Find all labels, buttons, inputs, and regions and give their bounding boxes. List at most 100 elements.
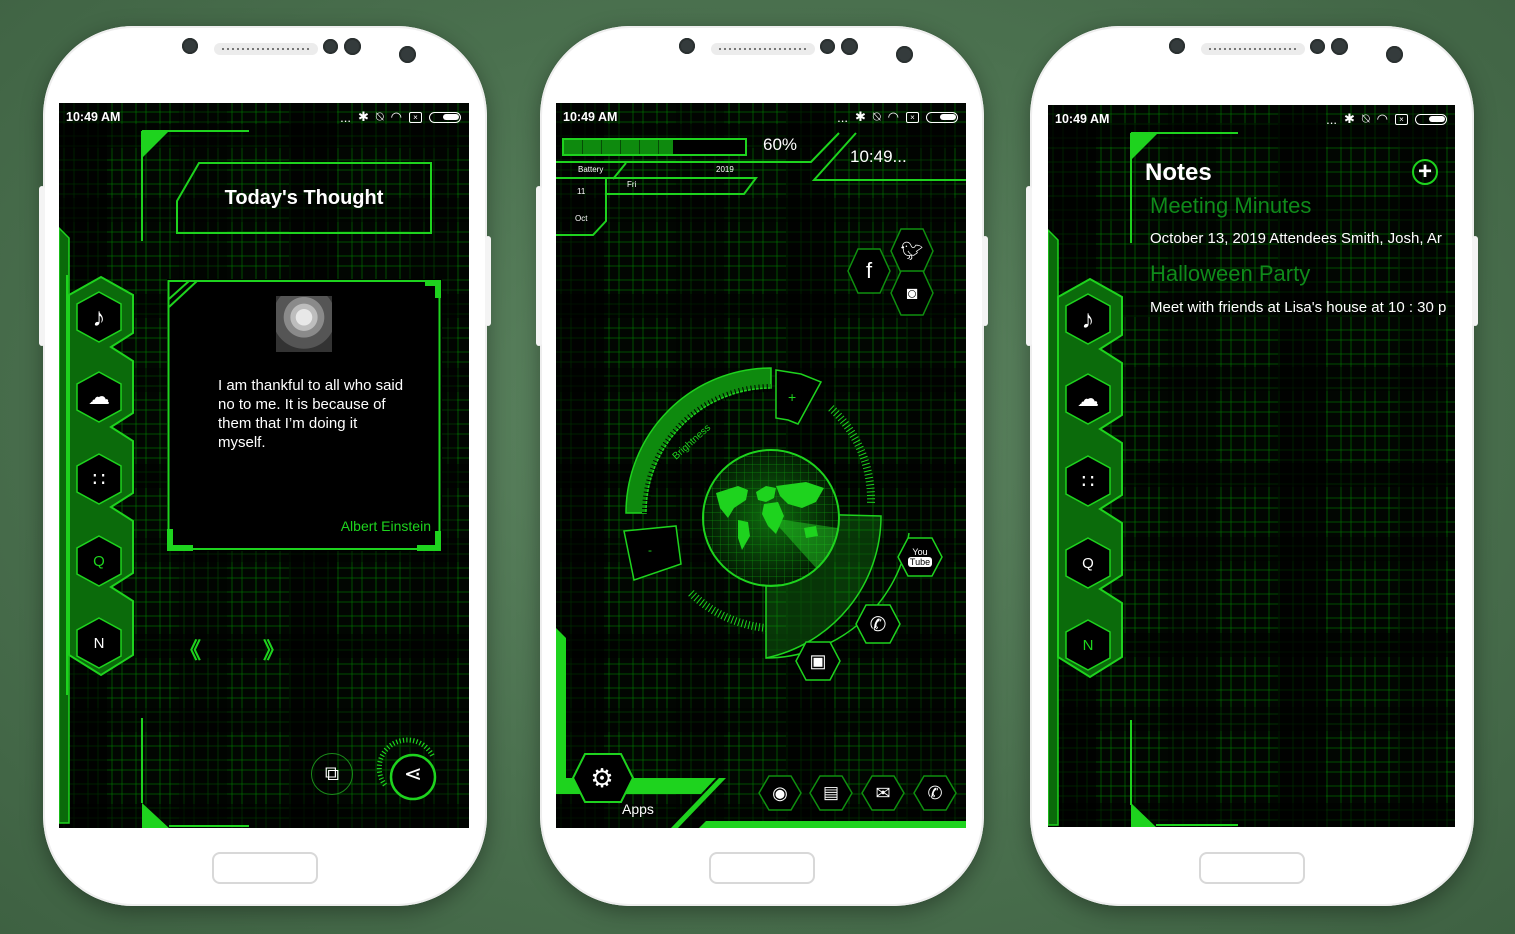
instagram-button[interactable]: ◙	[890, 270, 934, 316]
copy-button[interactable]: ⧉	[311, 753, 353, 795]
home-button[interactable]	[1199, 852, 1305, 884]
copy-icon: ⧉	[324, 763, 340, 785]
bluetooth-icon: ✱	[854, 109, 866, 124]
note-preview[interactable]: October 13, 2019 Attendees Smith, Josh, …	[1150, 230, 1442, 247]
weather-icon: ☁	[88, 384, 110, 409]
facebook-icon: f	[865, 258, 873, 283]
brightness-minus: -	[648, 543, 652, 557]
sensor-icon	[841, 38, 858, 55]
twitter-button[interactable]: 🐦︎	[890, 228, 934, 274]
front-camera-icon	[399, 46, 416, 63]
no-sim-icon: ×	[1395, 113, 1408, 125]
note-title[interactable]: Meeting Minutes	[1150, 193, 1311, 219]
dock-q-button[interactable]: Q	[1065, 537, 1111, 589]
phone-side-button	[39, 186, 45, 346]
front-camera-icon	[1386, 46, 1403, 63]
status-time: 10:49 AM	[66, 110, 121, 124]
phone-button[interactable]: ✆	[913, 775, 957, 811]
alarm-off-icon: ⍉	[872, 109, 881, 124]
quote-author: Albert Einstein	[340, 518, 431, 534]
speaker-grille	[711, 43, 815, 55]
year-label: 2019	[716, 165, 734, 174]
home-button[interactable]	[212, 852, 318, 884]
brightness-plus: +	[788, 389, 796, 405]
phone-mockup-quote: 10:49 AM ... ✱ ⍉ ◠ × Today's Thought I a…	[39, 26, 491, 906]
wifi-icon: ◠	[390, 109, 402, 124]
chrome-button[interactable]: ◉	[758, 775, 802, 811]
more-notifications-icon: ...	[340, 109, 351, 125]
n-icon: N	[1082, 636, 1094, 654]
youtube-icon-tube: Tube	[907, 557, 933, 567]
next-quote-button[interactable]: 》	[263, 633, 285, 665]
no-sim-icon: ×	[906, 111, 919, 123]
note-title[interactable]: Halloween Party	[1150, 261, 1310, 287]
dock-n-button[interactable]: N	[76, 617, 122, 669]
sensor-icon	[1310, 39, 1325, 54]
dock-weather-button[interactable]: ☁	[1065, 373, 1111, 425]
status-time: 10:49 AM	[1055, 112, 1110, 126]
screen: 10:49 AM ... ✱ ⍉ ◠ × 60% 10:49... Batter…	[556, 103, 966, 828]
messages-button[interactable]: ▤	[809, 775, 853, 811]
status-time: 10:49 AM	[563, 110, 618, 124]
youtube-button[interactable]: You Tube	[897, 537, 943, 577]
author-photo	[276, 296, 332, 352]
settings-gear-icon: ⚙	[590, 762, 614, 793]
facebook-button[interactable]: f	[847, 248, 891, 294]
dock-dialpad-button[interactable]: ∷	[1065, 455, 1111, 507]
settings-button[interactable]: ⚙	[571, 753, 635, 803]
phone-icon: ✆	[927, 782, 943, 803]
whatsapp-icon: ✆	[869, 613, 887, 636]
dock-n-button[interactable]: N	[1065, 619, 1111, 671]
dock-weather-button[interactable]: ☁	[76, 371, 122, 423]
phone-mockup-home: 10:49 AM ... ✱ ⍉ ◠ × 60% 10:49... Batter…	[536, 26, 988, 906]
battery-icon	[429, 111, 461, 123]
phone-mockup-notes: 10:49 AM ... ✱ ⍉ ◠ × Notes + Meeting Min…	[1026, 26, 1478, 906]
status-bar: 10:49 AM ... ✱ ⍉ ◠ ×	[59, 103, 469, 131]
dock-dialpad-button[interactable]: ∷	[76, 453, 122, 505]
add-note-button[interactable]: +	[1412, 159, 1438, 185]
email-button[interactable]: ✉	[861, 775, 905, 811]
twitter-icon: 🐦︎	[900, 240, 924, 261]
dock-q-button[interactable]: Q	[76, 535, 122, 587]
screen: 10:49 AM ... ✱ ⍉ ◠ × Today's Thought I a…	[59, 103, 469, 828]
month-label: Oct	[575, 214, 588, 223]
battery-icon	[926, 111, 958, 123]
note-preview[interactable]: Meet with friends at Lisa's house at 10 …	[1150, 299, 1446, 316]
dialpad-icon: ∷	[1081, 470, 1095, 493]
day-number-label: 11	[577, 187, 586, 196]
instagram-icon: ◙	[906, 282, 918, 303]
battery-icon	[1415, 113, 1447, 125]
messages-icon: ▤	[822, 783, 840, 802]
share-icon: ⋖	[403, 761, 423, 786]
wifi-icon: ◠	[1376, 111, 1388, 126]
sensor-icon	[820, 39, 835, 54]
share-button[interactable]: ⋖	[393, 761, 433, 793]
chrome-icon: ◉	[772, 782, 788, 803]
sensor-icon	[1169, 38, 1185, 54]
notes-title: Notes	[1145, 159, 1212, 186]
more-notifications-icon: ...	[1326, 111, 1337, 127]
dialpad-icon: ∷	[92, 468, 106, 491]
brightness-plus-segment	[775, 369, 823, 425]
dock-music-button[interactable]: ♪	[1065, 293, 1111, 345]
weather-icon: ☁	[1077, 386, 1099, 411]
sensor-icon	[344, 38, 361, 55]
dock-music-button[interactable]: ♪	[76, 291, 122, 343]
previous-quote-button[interactable]: 《	[179, 633, 201, 665]
alarm-off-icon: ⍉	[1361, 111, 1370, 126]
phone-side-button	[1026, 186, 1032, 346]
no-sim-icon: ×	[409, 111, 422, 123]
add-icon: +	[1417, 158, 1432, 185]
phone-side-button	[1472, 236, 1478, 326]
apps-button[interactable]: Apps	[622, 801, 654, 817]
sensor-icon	[1331, 38, 1348, 55]
sensor-icon	[182, 38, 198, 54]
quote-text: I am thankful to all who said no to me. …	[218, 377, 404, 451]
day-name-label: Fri	[627, 180, 637, 189]
status-bar: 10:49 AM ... ✱ ⍉ ◠ ×	[1048, 105, 1455, 133]
home-button[interactable]	[709, 852, 815, 884]
more-notifications-icon: ...	[837, 109, 848, 125]
phone-side-button	[485, 236, 491, 326]
play-store-icon: ▣	[809, 650, 827, 671]
music-note-icon: ♪	[1081, 303, 1095, 334]
